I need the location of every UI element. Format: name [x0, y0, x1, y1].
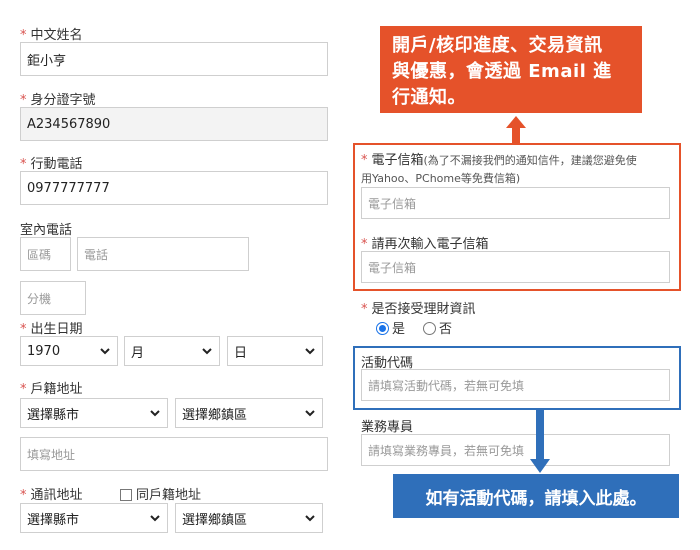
- sales-rep-input[interactable]: 請填寫業務專員，若無可免填: [361, 434, 670, 466]
- id-number-input[interactable]: A234567890: [20, 107, 328, 141]
- home-phone-label: 室內電話: [20, 223, 73, 238]
- email-input[interactable]: 電子信箱: [361, 187, 670, 219]
- radio-selected-icon[interactable]: [376, 322, 389, 335]
- chinese-name-label: * 中文姓名: [20, 28, 83, 43]
- registered-address-input[interactable]: 填寫地址: [20, 437, 328, 471]
- sales-rep-label: 業務專員: [361, 420, 414, 435]
- email-notice-callout: 開戶/核印進度、交易資訊 與優惠，會透過 Email 進 行通知。: [380, 26, 642, 113]
- registered-district-select[interactable]: 選擇鄉鎮區: [175, 398, 323, 428]
- mobile-input[interactable]: 0977777777: [20, 171, 328, 205]
- arrow-up-icon: [506, 116, 526, 143]
- mailing-county-select[interactable]: 選擇縣市: [20, 503, 168, 533]
- area-code-input[interactable]: 區碼: [20, 237, 71, 271]
- mailing-address-label: * 通訊地址: [20, 488, 83, 503]
- promo-notice-callout: 如有活動代碼，請填入此處。: [393, 474, 679, 518]
- finance-info-yes-radio[interactable]: 是: [376, 318, 405, 337]
- registered-address-label: * 戶籍地址: [20, 382, 83, 397]
- birth-month-select[interactable]: 月: [124, 336, 220, 366]
- chevron-down-icon: [305, 348, 315, 355]
- finance-info-no-radio[interactable]: 否: [423, 318, 452, 337]
- birth-year-select[interactable]: 1970: [20, 336, 118, 366]
- birthdate-label: * 出生日期: [20, 322, 83, 337]
- id-number-label: * 身分證字號: [20, 93, 96, 108]
- same-as-registered-checkbox[interactable]: 同戶籍地址: [120, 484, 201, 503]
- mailing-district-select[interactable]: 選擇鄉鎮區: [175, 503, 323, 533]
- email-confirm-input[interactable]: 電子信箱: [361, 251, 670, 283]
- chinese-name-input[interactable]: 鉅小亨: [20, 42, 328, 76]
- mobile-label: * 行動電話: [20, 157, 83, 172]
- promo-code-input[interactable]: 請填寫活動代碼，若無可免填: [361, 369, 670, 401]
- phone-input[interactable]: 電話: [77, 237, 249, 271]
- arrow-down-icon: [530, 410, 550, 473]
- radio-icon[interactable]: [423, 322, 436, 335]
- chevron-down-icon: [150, 515, 160, 522]
- email-label: * 電子信箱(為了不漏接我們的通知信件，建議您避免使: [361, 153, 637, 168]
- checkbox-icon[interactable]: [120, 489, 132, 501]
- chevron-down-icon: [305, 515, 315, 522]
- email-hint: 用Yahoo、PChome等免費信箱): [361, 172, 521, 185]
- extension-input[interactable]: 分機: [20, 281, 86, 315]
- chevron-down-icon: [150, 410, 160, 417]
- chevron-down-icon: [202, 348, 212, 355]
- finance-info-label: * 是否接受理財資訊: [361, 302, 476, 317]
- email-confirm-label: * 請再次輸入電子信箱: [361, 237, 489, 252]
- birth-day-select[interactable]: 日: [227, 336, 323, 366]
- registered-county-select[interactable]: 選擇縣市: [20, 398, 168, 428]
- chevron-down-icon: [305, 410, 315, 417]
- chevron-down-icon: [100, 348, 110, 355]
